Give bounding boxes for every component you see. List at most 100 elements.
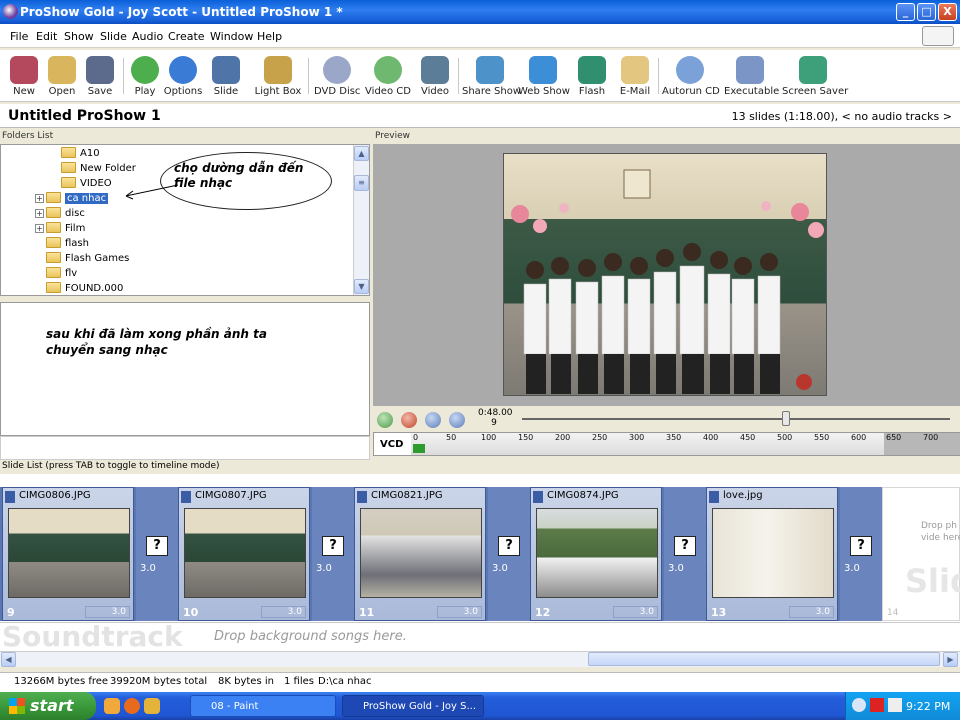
clock[interactable]: 9:22 PM <box>906 700 950 713</box>
scrub-track[interactable] <box>522 418 950 420</box>
video-button[interactable]: Video <box>416 50 454 102</box>
scroll-right-icon[interactable]: ▶ <box>943 652 958 667</box>
menu-slide[interactable]: Slide <box>100 30 127 43</box>
expand-plus-icon[interactable]: + <box>35 209 44 218</box>
screen-saver-button[interactable]: Screen Saver <box>782 50 848 102</box>
slide-duration[interactable]: 3.0 <box>261 606 306 618</box>
slide-thumbnail <box>712 508 834 598</box>
start-button[interactable]: start <box>0 692 96 720</box>
browser-icon[interactable] <box>124 698 140 714</box>
save-button[interactable]: Save <box>82 50 118 102</box>
transition-duration[interactable]: 3.0 <box>492 563 508 574</box>
folder-item[interactable]: A10 <box>61 146 100 161</box>
folder-icon <box>46 266 61 278</box>
menu-window[interactable]: Window <box>210 30 253 43</box>
scroll-thumb[interactable] <box>588 652 940 666</box>
transition-duration[interactable]: 3.0 <box>140 563 156 574</box>
window-title: ProShow Gold - Joy Scott - Untitled ProS… <box>20 5 343 19</box>
folder-item[interactable]: flash <box>46 236 89 251</box>
dvd-disc-button[interactable]: DVD Disc <box>314 50 360 102</box>
folder-item[interactable]: VIDEO <box>61 176 112 191</box>
menu-help[interactable]: Help <box>257 30 282 43</box>
folder-item[interactable]: disc <box>46 206 85 221</box>
slide-duration[interactable]: 3.0 <box>85 606 130 618</box>
previous-icon[interactable] <box>425 412 441 428</box>
transition-question-icon: ? <box>322 536 344 556</box>
expand-plus-icon[interactable]: + <box>35 194 44 203</box>
quicklaunch-icon[interactable] <box>104 698 120 714</box>
folder-item[interactable]: New Folder <box>61 161 136 176</box>
soundtrack-drop-hint: Drop background songs here. <box>214 629 407 644</box>
transition-item[interactable]: ? 3.0 <box>312 487 354 621</box>
transition-item[interactable]: ? 3.0 <box>840 487 882 621</box>
slide-item[interactable]: CIMG0821.JPG 11 3.0 <box>354 487 486 621</box>
drop-slide-placeholder[interactable]: Drop ph or vide here Slid 14 <box>882 487 960 621</box>
menu-create[interactable]: Create <box>168 30 205 43</box>
light-box-button[interactable]: Light Box <box>254 50 302 102</box>
antivirus-icon[interactable] <box>870 698 884 712</box>
executable-icon <box>736 56 764 84</box>
email-button[interactable]: E-Mail <box>616 50 654 102</box>
expand-plus-icon[interactable]: + <box>35 224 44 233</box>
slide-item[interactable]: love.jpg 13 3.0 <box>706 487 838 621</box>
autorun-cd-button[interactable]: Autorun CD <box>662 50 720 102</box>
minimize-button[interactable]: _ <box>896 3 915 21</box>
folders-scrollbar[interactable]: ▲ ≡ ▼ <box>353 145 369 295</box>
transition-question-icon: ? <box>674 536 696 556</box>
maximize-button[interactable]: □ <box>917 3 936 21</box>
menu-show[interactable]: Show <box>64 30 94 43</box>
scroll-down-icon[interactable]: ▼ <box>354 279 369 294</box>
menu-file[interactable]: File <box>10 30 28 43</box>
slide-duration[interactable]: 3.0 <box>613 606 658 618</box>
close-button[interactable]: X <box>938 3 957 21</box>
taskbar-item-paint[interactable]: 08 - Paint <box>190 695 336 717</box>
scrub-handle[interactable] <box>782 411 790 426</box>
slide-duration[interactable]: 3.0 <box>789 606 834 618</box>
toolbar-separator <box>658 58 659 94</box>
menu-audio[interactable]: Audio <box>132 30 163 43</box>
flash-button[interactable]: Flash <box>574 50 610 102</box>
options-button[interactable]: Options <box>163 50 203 102</box>
scroll-left-icon[interactable]: ◀ <box>1 652 16 667</box>
transition-duration[interactable]: 3.0 <box>668 563 684 574</box>
email-envelope-icon <box>621 56 649 84</box>
video-cd-button[interactable]: Video CD <box>364 50 412 102</box>
transition-item[interactable]: ? 3.0 <box>488 487 530 621</box>
transition-duration[interactable]: 3.0 <box>844 563 860 574</box>
play-button[interactable]: Play <box>128 50 162 102</box>
scroll-up-icon[interactable]: ▲ <box>354 146 369 161</box>
web-show-button[interactable]: Web Show <box>518 50 570 102</box>
executable-button[interactable]: Executable <box>724 50 779 102</box>
quicklaunch-icon[interactable] <box>144 698 160 714</box>
folder-item[interactable]: Film <box>46 221 85 236</box>
slide-duration[interactable]: 3.0 <box>437 606 482 618</box>
ruler-tick: 50 <box>446 433 457 442</box>
taskbar-item-proshow[interactable]: ProShow Gold - Joy S... <box>342 695 484 717</box>
play-icon[interactable] <box>377 412 393 428</box>
slide-button[interactable]: Slide <box>208 50 244 102</box>
flash-icon <box>578 56 606 84</box>
folder-item-selected[interactable]: ca nhac <box>46 191 109 206</box>
volume-icon[interactable] <box>888 698 902 712</box>
folder-icon <box>46 281 61 293</box>
slide-item[interactable]: CIMG0874.JPG 12 3.0 <box>530 487 662 621</box>
transition-duration[interactable]: 3.0 <box>316 563 332 574</box>
ruler-tick: 500 <box>777 433 793 442</box>
scroll-thumb[interactable]: ≡ <box>354 175 369 191</box>
show-header: Untitled ProShow 1 13 slides (1:18.00), … <box>0 104 960 128</box>
next-icon[interactable] <box>449 412 465 428</box>
stop-icon[interactable] <box>401 412 417 428</box>
slide-item[interactable]: CIMG0807.JPG 10 3.0 <box>178 487 310 621</box>
transition-item[interactable]: ? 3.0 <box>136 487 178 621</box>
menu-edit[interactable]: Edit <box>36 30 57 43</box>
slide-item[interactable]: CIMG0806.JPG 9 3.0 <box>2 487 134 621</box>
folder-item[interactable]: flv <box>46 266 77 281</box>
tray-arrow-icon[interactable] <box>852 698 866 712</box>
transition-item[interactable]: ? 3.0 <box>664 487 706 621</box>
open-button[interactable]: Open <box>44 50 80 102</box>
folder-item[interactable]: FOUND.000 <box>46 281 123 296</box>
share-show-button[interactable]: Share Show <box>462 50 521 102</box>
file-list-pane[interactable] <box>0 302 370 436</box>
folder-item[interactable]: Flash Games <box>46 251 129 266</box>
new-button[interactable]: New <box>6 50 42 102</box>
